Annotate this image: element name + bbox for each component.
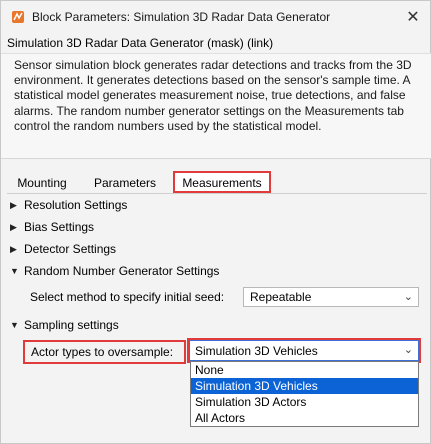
collapsed-arrow-icon: ▶ <box>10 221 17 232</box>
seed-method-label: Select method to specify initial seed: <box>30 290 225 304</box>
option-none[interactable]: None <box>191 362 418 378</box>
section-label: Random Number Generator Settings <box>24 264 220 278</box>
block-description: Sensor simulation block generates radar … <box>1 53 431 159</box>
section-random-number-generator-settings[interactable]: ▼ Random Number Generator Settings <box>10 262 219 280</box>
actor-types-select[interactable]: Simulation 3D Vehicles ⌄ <box>189 340 419 361</box>
seed-method-value: Repeatable <box>250 290 312 304</box>
section-sampling-settings[interactable]: ▼ Sampling settings <box>10 316 119 334</box>
block-parameters-dialog: Block Parameters: Simulation 3D Radar Da… <box>0 0 431 444</box>
section-label: Resolution Settings <box>24 198 128 212</box>
section-label: Detector Settings <box>24 242 117 256</box>
window-title: Block Parameters: Simulation 3D Radar Da… <box>32 10 331 24</box>
actor-types-options-list: None Simulation 3D Vehicles Simulation 3… <box>190 361 419 427</box>
section-resolution-settings[interactable]: ▶ Resolution Settings <box>10 196 127 214</box>
tab-measurements[interactable]: Measurements <box>173 171 271 193</box>
expanded-arrow-icon: ▼ <box>10 266 19 276</box>
option-simulation-3d-vehicles[interactable]: Simulation 3D Vehicles <box>191 378 418 394</box>
simulink-app-icon <box>12 11 24 23</box>
actor-types-label: Actor types to oversample: <box>23 340 186 364</box>
seed-method-select[interactable]: Repeatable ⌄ <box>243 287 419 307</box>
tab-divider <box>7 193 427 194</box>
mask-title: Simulation 3D Radar Data Generator (mask… <box>7 36 274 50</box>
tab-bar: Mounting Parameters Measurements <box>1 171 431 195</box>
chevron-down-icon: ⌄ <box>403 344 413 356</box>
section-detector-settings[interactable]: ▶ Detector Settings <box>10 240 116 258</box>
close-icon[interactable]: ✕ <box>404 8 422 26</box>
section-label: Sampling settings <box>24 318 119 332</box>
option-all-actors[interactable]: All Actors <box>191 410 418 426</box>
section-label: Bias Settings <box>24 220 95 234</box>
tab-parameters[interactable]: Parameters <box>86 173 164 193</box>
actor-types-value: Simulation 3D Vehicles <box>195 344 318 358</box>
chevron-down-icon: ⌄ <box>403 291 413 303</box>
collapsed-arrow-icon: ▶ <box>10 243 17 254</box>
tab-mounting[interactable]: Mounting <box>10 173 74 193</box>
collapsed-arrow-icon: ▶ <box>10 199 17 210</box>
title-bar: Block Parameters: Simulation 3D Radar Da… <box>1 1 430 33</box>
section-bias-settings[interactable]: ▶ Bias Settings <box>10 218 94 236</box>
option-simulation-3d-actors[interactable]: Simulation 3D Actors <box>191 394 418 410</box>
expanded-arrow-icon: ▼ <box>10 320 19 330</box>
